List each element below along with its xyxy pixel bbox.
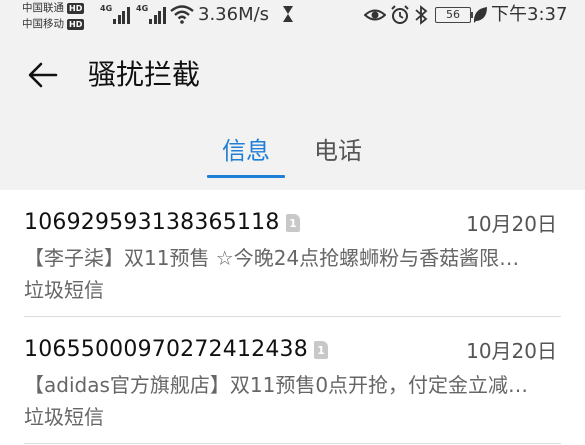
leaf-icon bbox=[473, 7, 487, 23]
sim-card-icon: 1 bbox=[286, 214, 300, 232]
carrier-info: 中国联通 HD 中国移动 HD bbox=[22, 0, 102, 32]
list-item[interactable]: 106929593138365118 1 10月20日 【李子柒】双11预售 ☆… bbox=[0, 190, 585, 317]
clock: 下午3:37 bbox=[491, 4, 568, 25]
message-date: 10月20日 bbox=[466, 212, 557, 236]
message-sender: 106929593138365118 bbox=[24, 210, 280, 235]
signal-icon: 4G bbox=[100, 4, 131, 24]
tab-calls[interactable]: 电话 bbox=[314, 134, 362, 168]
battery-level: 56 bbox=[435, 7, 471, 23]
list-item[interactable]: 10655000970272412438 1 10月20日 【adidas官方旗… bbox=[0, 317, 585, 444]
signal-icon: 4G bbox=[136, 4, 167, 24]
battery-icon: 56 bbox=[435, 3, 473, 27]
active-tab-indicator bbox=[207, 175, 285, 178]
carrier-2: 中国移动 HD bbox=[22, 16, 102, 32]
hourglass-icon bbox=[283, 6, 293, 22]
spam-label: 垃圾短信 bbox=[24, 405, 104, 429]
wifi-icon bbox=[170, 5, 194, 24]
page-title: 骚扰拦截 bbox=[88, 58, 201, 91]
network-type: 4G bbox=[136, 4, 149, 13]
hd-badge: HD bbox=[67, 18, 85, 30]
sim-card-icon: 1 bbox=[314, 341, 328, 359]
bluetooth-icon bbox=[415, 5, 428, 25]
eye-icon bbox=[364, 9, 386, 21]
alarm-icon bbox=[391, 5, 409, 24]
message-preview: 【李子柒】双11预售 ☆今晚24点抢螺蛳粉与香菇酱限… bbox=[24, 246, 520, 270]
spam-label: 垃圾短信 bbox=[24, 278, 104, 302]
carrier-1: 中国联通 HD bbox=[22, 0, 102, 16]
hd-badge: HD bbox=[67, 2, 85, 14]
carrier-1-name: 中国联通 bbox=[22, 2, 64, 14]
message-list: 106929593138365118 1 10月20日 【李子柒】双11预售 ☆… bbox=[0, 190, 585, 444]
message-preview: 【adidas官方旗舰店】双11预售0点开抢，付定金立减… bbox=[24, 373, 529, 397]
carrier-2-name: 中国移动 bbox=[22, 18, 64, 30]
message-date: 10月20日 bbox=[466, 339, 557, 363]
network-type: 4G bbox=[100, 4, 113, 13]
tab-messages[interactable]: 信息 bbox=[222, 134, 270, 168]
back-arrow-icon[interactable] bbox=[26, 58, 60, 92]
network-speed: 3.36M/s bbox=[198, 4, 270, 25]
app-header: 骚扰拦截 信息 电话 bbox=[0, 36, 585, 190]
divider bbox=[24, 443, 561, 444]
status-bar: 中国联通 HD 中国移动 HD 4G 4G 3.36M/s 56 下午3:37 bbox=[0, 0, 585, 36]
message-sender: 10655000970272412438 bbox=[24, 337, 308, 362]
